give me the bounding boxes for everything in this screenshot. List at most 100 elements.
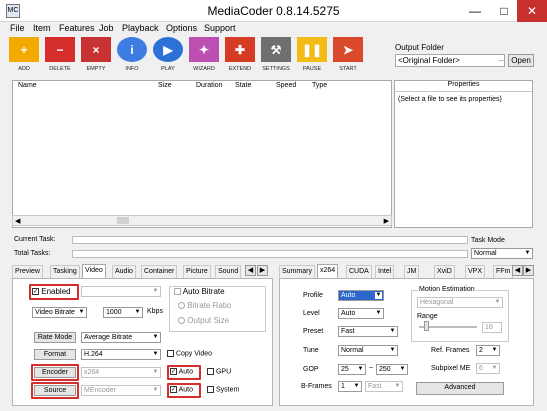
column-state[interactable]: State xyxy=(235,82,251,92)
ref-frames-select[interactable]: 2 ▼ xyxy=(476,345,500,356)
highlight-encoder xyxy=(31,364,79,381)
tab-cuda[interactable]: CUDA xyxy=(346,265,372,278)
chevron-down-icon: ▼ xyxy=(357,366,364,372)
right-tab-next[interactable]: ▶ xyxy=(523,265,534,276)
task-mode-select[interactable]: Normal ▼ xyxy=(471,248,533,259)
play-button[interactable]: ▶ PLAY xyxy=(151,37,185,72)
left-tab-next[interactable]: ▶ xyxy=(257,265,268,276)
scroll-right-icon[interactable]: ▶ xyxy=(384,217,389,225)
column-type[interactable]: Type xyxy=(312,82,327,92)
menu-file[interactable]: File xyxy=(10,23,25,33)
chevron-down-icon: ▼ xyxy=(375,310,382,316)
motion-estimation-group: Motion Estimation Hexagonal ▼ Range 16 xyxy=(411,286,509,342)
rate-mode-select[interactable]: Average Bitrate ▼ xyxy=(81,332,161,343)
bitrate-ratio-radio[interactable]: Bitrate Ratio xyxy=(178,301,231,310)
chevron-down-icon: ▼ xyxy=(389,347,396,353)
subpixel-me-select[interactable]: 6 ▼ xyxy=(476,363,500,374)
tab-jm[interactable]: JM xyxy=(404,265,420,278)
advanced-button[interactable]: Advanced xyxy=(416,382,504,395)
gpu-checkbox[interactable]: GPU xyxy=(207,368,231,375)
wizard-button[interactable]: ✦ WIZARD xyxy=(187,37,221,72)
column-size[interactable]: Size xyxy=(158,82,172,92)
output-browse-button[interactable]: ... xyxy=(498,56,504,63)
menu-job[interactable]: Job xyxy=(99,23,114,33)
scroll-left-icon[interactable]: ◀ xyxy=(15,217,20,225)
maximize-button[interactable]: □ xyxy=(489,0,519,22)
tab-tasking[interactable]: Tasking xyxy=(50,265,80,278)
highlight-source-auto xyxy=(167,383,201,398)
preset-select[interactable]: Fast ▼ xyxy=(338,326,398,337)
chevron-down-icon: ▼ xyxy=(152,387,159,393)
menu-support[interactable]: Support xyxy=(204,23,236,33)
bitrate-mode-select[interactable]: Video Bitrate ▼ xyxy=(32,307,87,318)
info-button[interactable]: i INFO xyxy=(115,37,149,72)
tab-picture[interactable]: Picture xyxy=(183,265,211,278)
tab-container[interactable]: Container xyxy=(141,265,178,278)
level-select[interactable]: Auto ▼ xyxy=(338,308,384,319)
output-folder-field[interactable]: <Original Folder> xyxy=(395,54,505,67)
output-size-radio[interactable]: Output Size xyxy=(178,316,229,325)
copy-video-checkbox[interactable]: Copy Video xyxy=(167,350,212,357)
tab-xvid[interactable]: XviD xyxy=(434,265,455,278)
empty-button[interactable]: × EMPTY xyxy=(79,37,113,72)
encoder-select[interactable]: x264 ▼ xyxy=(81,367,161,378)
column-name[interactable]: Name xyxy=(18,82,37,92)
extend-button[interactable]: ✚ EXTEND xyxy=(223,37,257,72)
menu-item[interactable]: Item xyxy=(33,23,51,33)
properties-header: Properties xyxy=(395,81,532,92)
tab-ffm[interactable]: FFm xyxy=(493,265,514,278)
bframes-mode-select[interactable]: Fast ▼ xyxy=(365,381,403,392)
enabled-select[interactable]: ▼ xyxy=(81,286,161,297)
right-tab-prev[interactable]: ◀ xyxy=(512,265,523,276)
tab-intel[interactable]: Intel xyxy=(375,265,395,278)
auto-bitrate-checkbox[interactable]: Auto Bitrate xyxy=(173,287,226,296)
rate-mode-button[interactable]: Rate Mode xyxy=(34,332,76,343)
settings-button[interactable]: ⚒ SETTINGS xyxy=(259,37,293,72)
tab-sound[interactable]: Sound xyxy=(215,265,242,278)
range-value-field[interactable]: 16 xyxy=(482,322,502,333)
scroll-thumb[interactable] xyxy=(117,217,129,224)
start-button[interactable]: ➤ START xyxy=(331,37,365,72)
range-label: Range xyxy=(417,313,438,320)
puzzle-icon: ✚ xyxy=(225,37,255,62)
profile-select[interactable]: Auto ▼ xyxy=(338,290,384,301)
open-button[interactable]: Open xyxy=(508,54,534,67)
chevron-down-icon: ▼ xyxy=(491,365,498,371)
menu-options[interactable]: Options xyxy=(166,23,197,33)
motion-estimation-select[interactable]: Hexagonal ▼ xyxy=(417,297,503,308)
column-duration[interactable]: Duration xyxy=(196,82,222,92)
gop-min-select[interactable]: 25 ▼ xyxy=(338,364,366,375)
horizontal-scrollbar[interactable]: ◀ ▶ xyxy=(12,215,392,226)
tab-vpx[interactable]: VPX xyxy=(465,265,486,278)
pause-button[interactable]: ❚❚ PAUSE xyxy=(295,37,329,72)
minimize-button[interactable]: — xyxy=(460,0,490,22)
gop-separator: ~ xyxy=(369,365,374,372)
bframes-select[interactable]: 1 ▼ xyxy=(338,381,362,392)
video-panel: ✓ Enabled ▼ Video Bitrate ▼ 1000 ▼ Kbps Au… xyxy=(12,278,273,406)
left-tab-prev[interactable]: ◀ xyxy=(245,265,256,276)
properties-panel: Properties (Select a file to see its pro… xyxy=(394,80,533,228)
system-checkbox[interactable]: System xyxy=(207,386,239,393)
gop-label: GOP xyxy=(303,366,319,373)
column-speed[interactable]: Speed xyxy=(276,82,296,92)
close-button[interactable]: ✕ xyxy=(517,0,547,22)
tune-select[interactable]: Normal ▼ xyxy=(338,345,398,356)
delete-button[interactable]: − DELETE xyxy=(43,37,77,72)
tab-summary[interactable]: Summary xyxy=(279,265,315,278)
task-list[interactable]: Name Size Duration State Speed Type xyxy=(12,80,392,228)
bitrate-value-select[interactable]: 1000 ▼ xyxy=(103,307,143,318)
source-select[interactable]: MEncoder ▼ xyxy=(81,385,161,396)
tab-x264[interactable]: x264 xyxy=(317,264,339,278)
total-tasks-progress xyxy=(72,250,468,258)
tab-preview[interactable]: Preview xyxy=(12,265,43,278)
format-select[interactable]: H.264 ▼ xyxy=(81,349,161,360)
add-button[interactable]: + ADD xyxy=(7,37,41,72)
menu-playback[interactable]: Playback xyxy=(122,23,159,33)
gop-max-select[interactable]: 250 ▼ xyxy=(376,364,408,375)
menu-features[interactable]: Features xyxy=(59,23,95,33)
tab-video[interactable]: Video xyxy=(82,264,106,278)
format-button[interactable]: Format xyxy=(34,349,76,360)
task-mode-label: Task Mode xyxy=(471,237,505,244)
tab-audio[interactable]: Audio xyxy=(112,265,136,278)
range-slider-thumb[interactable] xyxy=(424,321,429,331)
